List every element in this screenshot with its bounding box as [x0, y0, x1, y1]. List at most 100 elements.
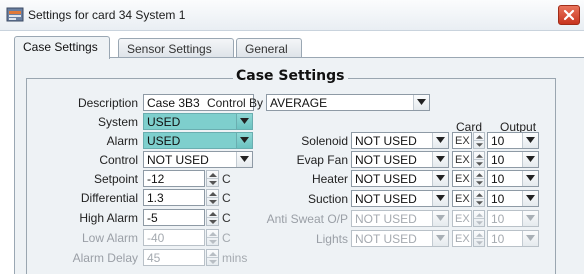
solenoid-output-select[interactable]: 10 [487, 132, 539, 149]
solenoid-value: NOT USED [355, 134, 417, 148]
chevron-down-icon [436, 195, 445, 201]
high-alarm-label: High Alarm [79, 211, 138, 225]
evap-fan-value: NOT USED [355, 153, 417, 167]
spin-down-icon [209, 181, 217, 185]
chevron-down-icon [240, 118, 249, 124]
spin-down-icon [209, 260, 217, 264]
low-alarm-unit: C [222, 231, 231, 245]
differential-label: Differential [80, 191, 138, 205]
differential-unit: C [222, 191, 231, 205]
tab-sensor-settings[interactable]: Sensor Settings [118, 38, 234, 58]
chevron-down-icon [436, 215, 445, 221]
anti-sweat-select[interactable]: NOT USED [351, 210, 449, 227]
differential-input[interactable]: 1.3 [143, 189, 205, 206]
title-bar: Settings for card 34 System 1 [0, 0, 584, 31]
heater-card-spinner[interactable] [473, 170, 485, 187]
alarm-delay-label: Alarm Delay [72, 251, 138, 265]
alarm-delay-input[interactable]: 45 [143, 249, 205, 266]
lights-card-spinner[interactable] [473, 230, 485, 247]
setpoint-unit: C [222, 172, 231, 186]
solenoid-select[interactable]: NOT USED [351, 132, 449, 149]
spin-down-icon [476, 241, 483, 245]
evap-fan-card-field[interactable]: EX [452, 151, 472, 168]
spin-down-icon [476, 162, 483, 166]
chevron-down-icon [526, 137, 535, 143]
heater-output-select[interactable]: 10 [487, 170, 539, 187]
control-select[interactable]: NOT USED [143, 151, 253, 168]
tab-general[interactable]: General [236, 38, 302, 58]
lights-label: Lights [315, 232, 348, 246]
low-alarm-spinner[interactable] [206, 229, 219, 246]
chevron-down-icon [526, 215, 535, 221]
heater-output-value: 10 [491, 172, 505, 186]
suction-card-spinner[interactable] [473, 190, 485, 207]
system-label: System [97, 115, 138, 129]
evap-fan-output-select[interactable]: 10 [487, 151, 539, 168]
anti-sweat-card-spinner[interactable] [473, 210, 485, 227]
setpoint-input[interactable]: -12 [143, 170, 205, 187]
spin-up-icon [476, 173, 483, 177]
spin-up-icon [209, 212, 217, 216]
alarm-delay-unit: mins [222, 251, 248, 265]
high-alarm-spinner[interactable] [206, 209, 219, 226]
spin-up-icon [476, 135, 483, 139]
evap-fan-label: Evap Fan [296, 153, 348, 167]
lights-output-select[interactable]: 10 [487, 230, 539, 247]
control-by-value: AVERAGE [270, 96, 328, 110]
chevron-down-icon [526, 175, 535, 181]
suction-card-field[interactable]: EX [452, 190, 472, 207]
anti-sweat-card-field[interactable]: EX [452, 210, 472, 227]
chevron-down-icon [240, 137, 249, 143]
alarm-select[interactable]: USED [143, 132, 253, 149]
spin-down-icon [476, 221, 483, 225]
chevron-down-icon [526, 235, 535, 241]
alarm-value: USED [147, 134, 181, 148]
chevron-down-icon [436, 156, 445, 162]
solenoid-label: Solenoid [301, 134, 348, 148]
heater-card-field[interactable]: EX [452, 170, 472, 187]
differential-spinner[interactable] [206, 189, 219, 206]
lights-card-field[interactable]: EX [452, 230, 472, 247]
close-icon [563, 9, 575, 21]
chevron-down-icon [240, 156, 249, 162]
spin-up-icon [476, 193, 483, 197]
evap-fan-card-spinner[interactable] [473, 151, 485, 168]
close-button[interactable] [558, 5, 580, 25]
solenoid-output-value: 10 [491, 134, 505, 148]
spin-down-icon [476, 181, 483, 185]
spin-down-icon [476, 201, 483, 205]
chevron-down-icon [436, 175, 445, 181]
app-settings-icon [6, 7, 24, 22]
suction-output-select[interactable]: 10 [487, 190, 539, 207]
control-by-select[interactable]: AVERAGE [266, 94, 430, 111]
chevron-down-icon [436, 235, 445, 241]
anti-sweat-output-value: 10 [491, 212, 505, 226]
solenoid-card-spinner[interactable] [473, 132, 485, 149]
setpoint-label: Setpoint [93, 172, 138, 186]
spin-down-icon [209, 200, 217, 204]
heater-value: NOT USED [355, 172, 417, 186]
setpoint-spinner[interactable] [206, 170, 219, 187]
anti-sweat-output-select[interactable]: 10 [487, 210, 539, 227]
spin-up-icon [476, 233, 483, 237]
group-title: Case Settings [233, 68, 348, 84]
tab-case-settings[interactable]: Case Settings [14, 36, 110, 59]
control-value: NOT USED [147, 153, 209, 167]
high-alarm-input[interactable]: -5 [143, 209, 205, 226]
heater-select[interactable]: NOT USED [351, 170, 449, 187]
anti-sweat-value: NOT USED [355, 212, 417, 226]
alarm-delay-spinner[interactable] [206, 249, 219, 266]
spin-up-icon [209, 192, 217, 196]
lights-output-value: 10 [491, 232, 505, 246]
alarm-label: Alarm [106, 134, 138, 148]
solenoid-card-field[interactable]: EX [452, 132, 472, 149]
system-value: USED [147, 115, 181, 129]
evap-fan-select[interactable]: NOT USED [351, 151, 449, 168]
suction-select[interactable]: NOT USED [351, 190, 449, 207]
chevron-down-icon [526, 195, 535, 201]
system-select[interactable]: USED [143, 113, 253, 130]
lights-select[interactable]: NOT USED [351, 230, 449, 247]
chevron-down-icon [417, 99, 426, 105]
suction-output-value: 10 [491, 192, 505, 206]
low-alarm-input[interactable]: -40 [143, 229, 205, 246]
